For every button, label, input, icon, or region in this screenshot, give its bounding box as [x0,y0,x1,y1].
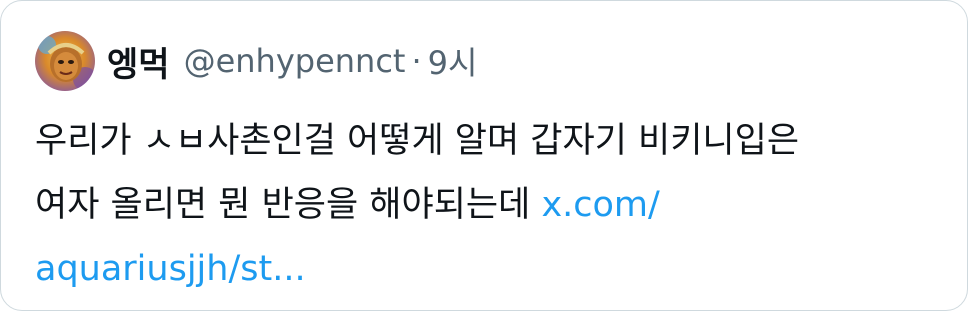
author-handle[interactable]: @enhypennct [184,42,406,80]
tweet-text-line-1: 우리가 ㅅㅂ사촌인걸 어떻게 알며 갑자기 비키니입은 [35,121,800,161]
author-display-name[interactable]: 엥먹 [107,37,170,86]
tweet-body: 우리가 ㅅㅂ사촌인걸 어떻게 알며 갑자기 비키니입은 여자 올리면 뭔 반응을… [35,109,945,301]
quoted-tweet-card[interactable]: 엥먹 @enhypennct · 9시 우리가 ㅅㅂ사촌인걸 어떻게 알며 갑자… [0,0,968,311]
header-separator: · [411,42,422,80]
tweet-text-line-2: 여자 올리면 뭔 반응을 해야되는데 x.com/ [35,173,945,237]
tweet-link-part-1[interactable]: x.com/ [541,185,659,225]
tweet-link-part-2[interactable]: aquariusjjh/st... [35,249,306,289]
tweet-header: 엥먹 @enhypennct · 9시 [35,31,477,91]
tweet-timestamp[interactable]: 9시 [428,38,478,84]
tweet-text-line-2-text: 여자 올리면 뭔 반응을 해야되는데 [35,185,542,225]
profile-avatar-icon[interactable] [35,31,95,91]
tweet-text-line-3: aquariusjjh/st... [35,237,945,301]
